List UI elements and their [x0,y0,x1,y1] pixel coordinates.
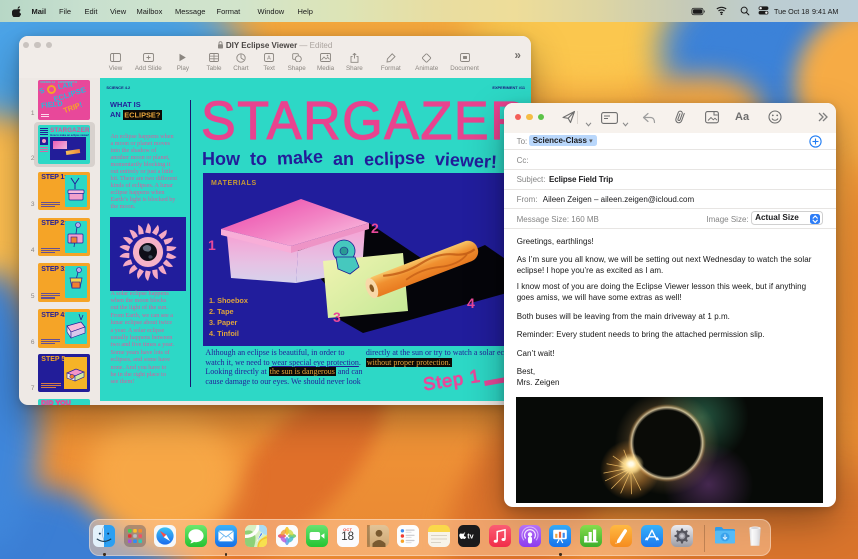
svg-text:3: 3 [333,309,341,325]
svg-text:1: 1 [208,237,216,253]
svg-text:A: A [267,56,271,62]
svg-text:tv: tv [467,531,473,540]
svg-text:2: 2 [371,220,379,236]
svg-text:4: 4 [467,295,475,311]
